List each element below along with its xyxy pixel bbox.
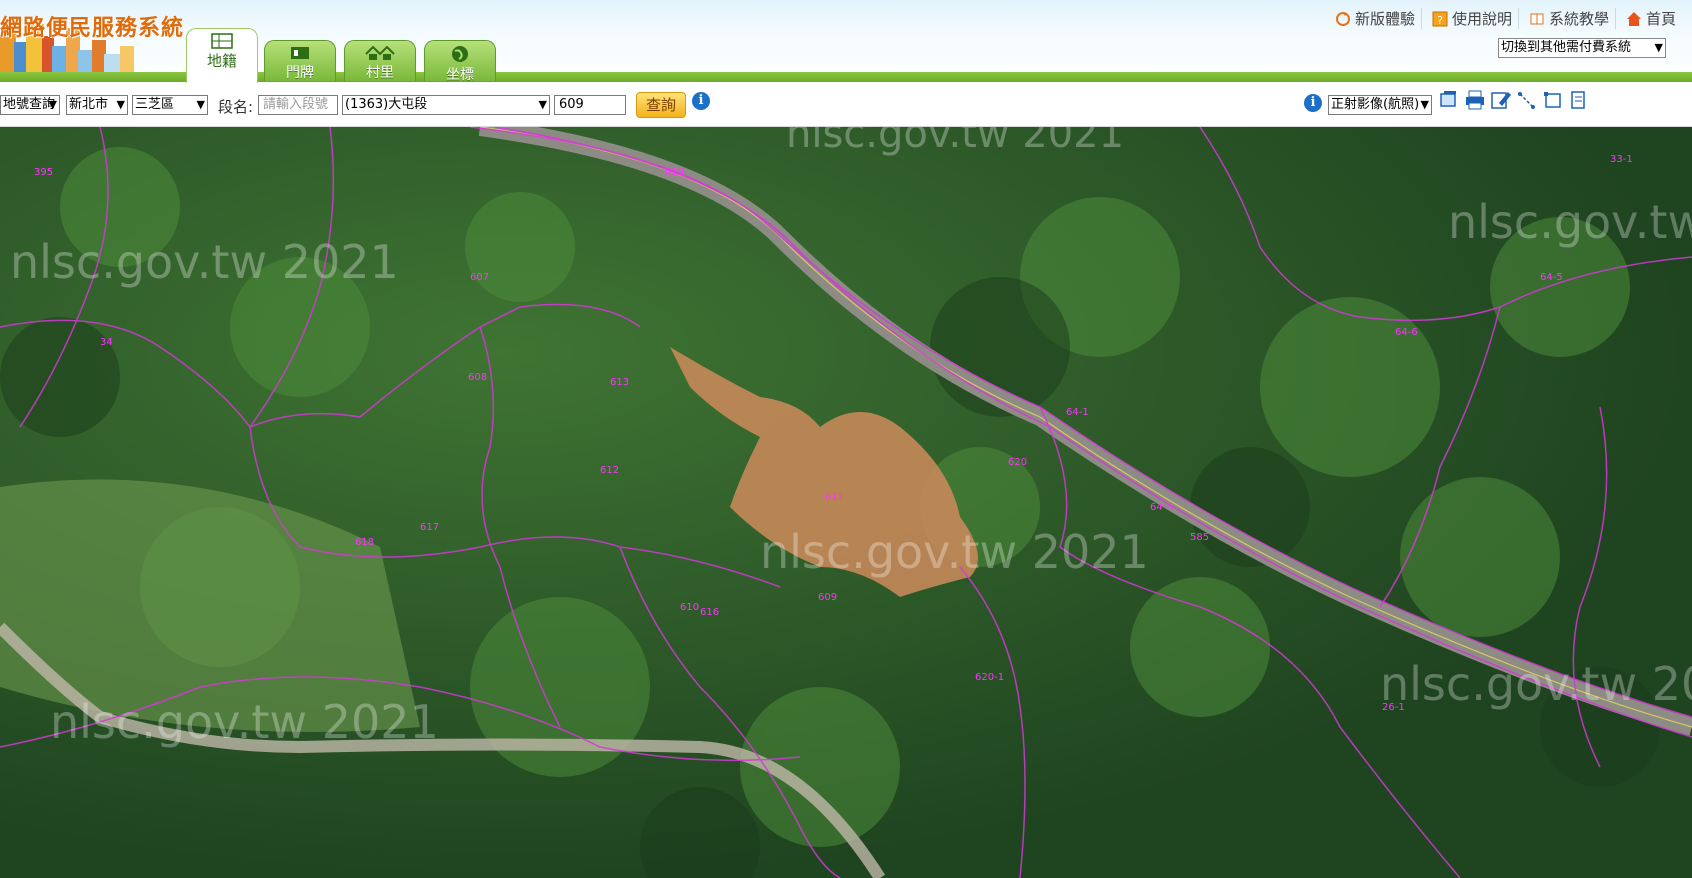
parcel-number-label: 620-1 — [975, 672, 1005, 683]
section-number-input[interactable]: 請輸入段號 — [258, 95, 338, 115]
parcel-number-label: 585 — [1190, 532, 1210, 543]
parcel-number-label: 33-1 — [1610, 154, 1633, 165]
basemap-info-icon[interactable]: i — [1304, 94, 1322, 112]
map-watermark: nlsc.gov.tw 2021 — [786, 127, 1125, 157]
lot-number-value: 609 — [559, 97, 584, 112]
help-link[interactable]: ? 使用說明 — [1426, 8, 1519, 29]
map-watermark: nlsc.gov.tw 2021 — [10, 235, 399, 289]
cadastre-icon — [211, 33, 233, 49]
layer-icon[interactable] — [1438, 89, 1460, 111]
parcel-number-label: 610 — [680, 602, 700, 613]
document-icon[interactable] — [1568, 89, 1590, 111]
parcel-number-label: 608 — [468, 372, 488, 383]
district-select[interactable]: 三芝區 ▼ — [132, 95, 208, 115]
district-value: 三芝區 — [135, 97, 175, 112]
tab-cadastre-label: 地籍 — [206, 52, 237, 70]
city-value: 新北市 — [69, 97, 109, 112]
chevron-down-icon: ▼ — [196, 98, 205, 111]
help-icon: ? — [1432, 11, 1448, 27]
parcel-number-label: 64-5 — [1540, 272, 1563, 283]
tab-village-label: 村里 — [366, 65, 394, 81]
tutorial-link[interactable]: 系統教學 — [1523, 8, 1616, 29]
new-version-label: 新版體驗 — [1354, 10, 1415, 28]
print-icon[interactable] — [1464, 89, 1486, 111]
chevron-down-icon: ▼ — [538, 98, 547, 111]
parcel-number-label: 607 — [470, 272, 490, 283]
basemap-select[interactable]: 正射影像(航照) ▼ — [1328, 95, 1432, 115]
home-label: 首頁 — [1645, 10, 1676, 28]
parcel-number-label: 617 — [420, 522, 440, 533]
section-label: 段名: — [218, 98, 254, 116]
section-number-placeholder: 請輸入段號 — [263, 97, 329, 112]
basemap-value: 正射影像(航照) — [1331, 97, 1420, 112]
refresh-icon — [1335, 11, 1350, 26]
tab-door-plate[interactable]: 門牌 — [264, 40, 336, 81]
home-icon — [1626, 11, 1641, 26]
parcel-number-label: 613 — [610, 377, 630, 388]
city-select[interactable]: 新北市 ▼ — [66, 95, 128, 115]
chevron-down-icon: ▼ — [48, 98, 57, 111]
map-watermark: nlsc.gov.tw 2021 — [1380, 657, 1692, 711]
parcel-number-label: 34 — [100, 337, 113, 348]
query-mode-value: 地號查詢 — [3, 97, 56, 112]
edit-icon[interactable] — [1490, 89, 1512, 111]
switch-system-value: 切換到其他需付費系統 — [1501, 40, 1632, 55]
tutorial-label: 系統教學 — [1548, 10, 1609, 28]
header: 網路便民服務系統 新版體驗 ? 使用說明 系統教學 首頁 切換到其他需付費系統 … — [0, 0, 1692, 84]
chevron-down-icon: ▼ — [1420, 98, 1429, 111]
map-view[interactable]: nlsc.gov.tw 2021 nlsc.gov.tw 2021 nlsc.g… — [0, 127, 1692, 878]
tab-village[interactable]: 村里 — [344, 40, 416, 81]
parcel-number-label: 619 — [665, 167, 685, 178]
help-label: 使用說明 — [1451, 10, 1512, 28]
new-version-link[interactable]: 新版體驗 — [1329, 8, 1422, 29]
info-icon[interactable]: i — [692, 92, 710, 110]
tab-coordinate-label: 坐標 — [446, 67, 474, 83]
parcel-number-label: 611 — [825, 492, 845, 503]
parcel-number-label: 64-1 — [1066, 407, 1089, 418]
area-icon[interactable] — [1542, 89, 1564, 111]
tab-door-plate-label: 門牌 — [286, 65, 314, 81]
switch-system-select[interactable]: 切換到其他需付費系統 ▼ — [1498, 38, 1666, 58]
chevron-down-icon: ▼ — [1654, 41, 1663, 54]
lot-number-input[interactable]: 609 — [554, 95, 626, 115]
tab-coordinate[interactable]: 坐標 — [424, 40, 496, 83]
query-button[interactable]: 查詢 — [636, 92, 686, 118]
globe-icon — [452, 46, 468, 62]
app-title: 網路便民服務系統 — [0, 16, 185, 41]
map-watermark: nlsc.gov.tw 2021 — [50, 695, 439, 749]
tab-cadastre[interactable]: 地籍 — [186, 28, 258, 83]
map-watermark: nlsc.gov.tw 2021 — [760, 525, 1149, 579]
book-icon — [1530, 13, 1544, 24]
map-watermark: nlsc.gov.tw 2021 — [1448, 195, 1692, 249]
parcel-number-label: 609 — [818, 592, 838, 603]
svg-text:?: ? — [1437, 14, 1443, 27]
door-plate-icon — [291, 47, 309, 59]
query-toolbar: 地號查詢 ▼ 新北市 ▼ 三芝區 ▼ 段名: 請輸入段號 (1363)大屯段 ▼… — [0, 86, 1692, 127]
home-link[interactable]: 首頁 — [1620, 8, 1682, 29]
top-nav: 新版體驗 ? 使用說明 系統教學 首頁 — [1329, 8, 1682, 29]
section-select-value: (1363)大屯段 — [345, 97, 428, 112]
parcel-number-label: 612 — [600, 465, 620, 476]
chevron-down-icon: ▼ — [116, 98, 125, 111]
section-select[interactable]: (1363)大屯段 ▼ — [342, 95, 550, 115]
village-icon — [365, 45, 395, 60]
query-mode-select[interactable]: 地號查詢 ▼ — [0, 95, 60, 115]
parcel-number-label: 26-1 — [1382, 702, 1405, 713]
parcel-number-label: 618 — [355, 537, 375, 548]
parcel-number-label: 616 — [700, 607, 720, 618]
parcel-number-label: 64-6 — [1395, 327, 1418, 338]
parcel-number-label: 620 — [1008, 457, 1028, 468]
measure-icon[interactable] — [1516, 89, 1538, 111]
parcel-number-label: 64-3 — [1150, 502, 1173, 513]
parcel-number-label: 395 — [34, 167, 54, 178]
